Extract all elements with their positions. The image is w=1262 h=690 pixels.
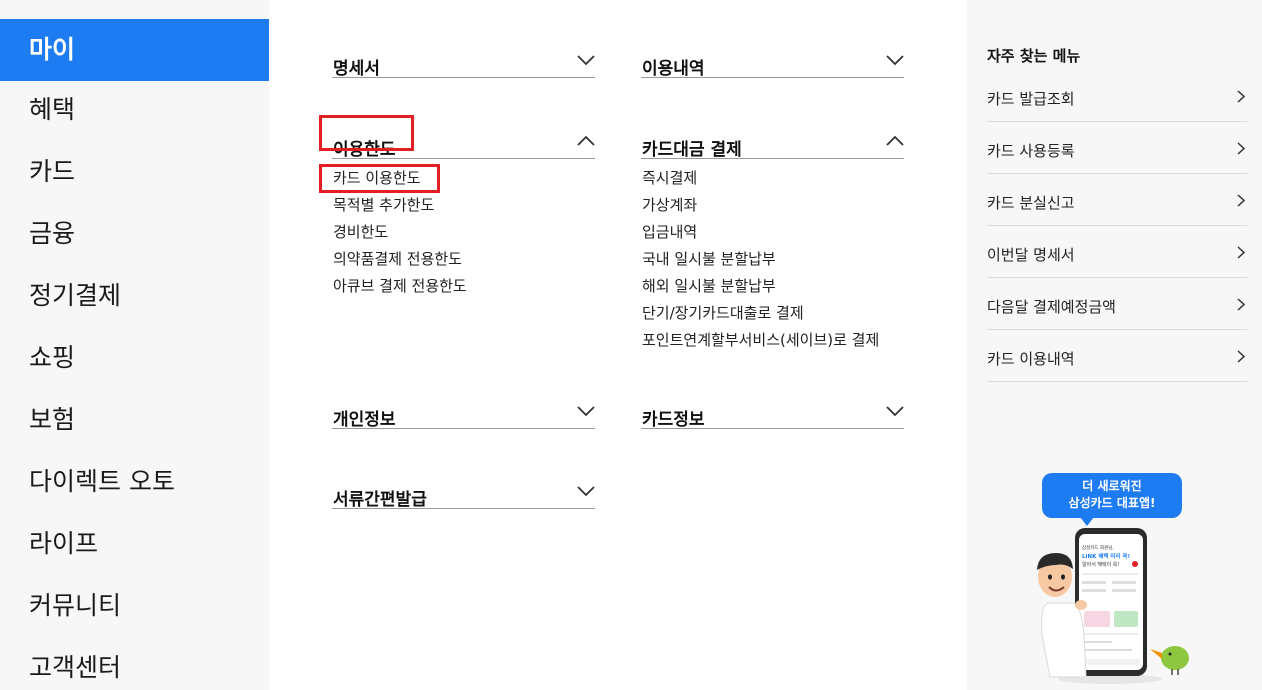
nav-item-recurring-payment[interactable]: 정기결제: [0, 265, 269, 327]
quick-item-label: 이번달 명세서: [987, 246, 1075, 264]
usage-limit-submenu: 카드 이용한도 목적별 추가한도 경비한도 의약품결제 전용한도 아큐브 결제 …: [332, 159, 595, 302]
submenu-purpose-additional-limit[interactable]: 목적별 추가한도: [332, 194, 595, 221]
phone-greeting-text: 삼성카드 회원님,: [1082, 544, 1114, 551]
chevron-right-icon: [1237, 350, 1245, 363]
section-title: 명세서: [333, 59, 380, 79]
chevron-right-icon: [1237, 246, 1245, 259]
chevron-right-icon: [1237, 142, 1245, 155]
character-eye: [1048, 574, 1052, 580]
section-title: 이용내역: [642, 59, 705, 79]
bird-eye: [1168, 652, 1172, 656]
chevron-down-icon: [577, 486, 595, 497]
nav-item-finance[interactable]: 금융: [0, 203, 269, 265]
quick-item-this-month-statement[interactable]: 이번달 명세서: [987, 226, 1247, 278]
submenu-medicine-payment-limit[interactable]: 의약품결제 전용한도: [332, 248, 595, 275]
bird-body: [1161, 646, 1189, 670]
payment-submenu: 즉시결제 가상계좌 입금내역 국내 일시불 분할납부 해외 일시불 분할납부 단…: [641, 159, 904, 356]
submenu-expense-limit[interactable]: 경비한도: [332, 221, 595, 248]
phone-card-pink: [1084, 611, 1110, 627]
phone-headline-2: 알아서 혜택이 쏙!: [1082, 561, 1119, 568]
phone-row: [1082, 581, 1106, 584]
chevron-up-icon: [886, 135, 904, 146]
quick-item-label: 카드 분실신고: [987, 194, 1075, 212]
chevron-up-icon: [577, 135, 595, 146]
app-promo-bubble[interactable]: 더 새로워진 삼성카드 대표앱!: [1042, 473, 1182, 518]
section-usage-limit-header[interactable]: 이용한도: [332, 115, 595, 160]
nav-item-direct-auto[interactable]: 다이렉트 오토: [0, 451, 269, 513]
section-card-info-header[interactable]: 카드정보: [641, 385, 904, 430]
phone-badge-dot: [1132, 561, 1138, 567]
nav-item-insurance[interactable]: 보험: [0, 389, 269, 451]
app-promo-illustration[interactable]: 삼성카드 회원님, LINK 혜택 미리 꼭! 알아서 혜택이 쏙!: [1020, 525, 1200, 685]
section-title: 카드정보: [642, 410, 705, 430]
submenu-card-loan-payment[interactable]: 단기/장기카드대출로 결제: [641, 302, 904, 329]
section-statement-header[interactable]: 명세서: [332, 34, 595, 79]
phone-row: [1112, 589, 1136, 592]
quick-item-label: 다음달 결제예정금액: [987, 298, 1116, 316]
phone-row: [1112, 581, 1136, 584]
section-card-info: 카드정보: [641, 385, 904, 430]
nav-item-benefits[interactable]: 혜택: [0, 79, 269, 141]
chevron-down-icon: [577, 55, 595, 66]
submenu-instant-payment[interactable]: 즉시결제: [641, 167, 904, 194]
nav-item-shopping[interactable]: 쇼핑: [0, 327, 269, 389]
section-title: 이용한도: [333, 140, 396, 160]
nav-item-card[interactable]: 카드: [0, 141, 269, 203]
character-eye: [1061, 574, 1065, 580]
chevron-right-icon: [1237, 298, 1245, 311]
chevron-down-icon: [577, 406, 595, 417]
section-title: 카드대금 결제: [642, 140, 742, 160]
section-title: 개인정보: [333, 410, 396, 430]
character-body: [1041, 602, 1087, 678]
nav-item-community[interactable]: 커뮤니티: [0, 575, 269, 637]
promo-line-1: 더 새로워진: [1082, 479, 1142, 493]
phone-row: [1082, 641, 1112, 643]
quick-item-card-issue-inquiry[interactable]: 카드 발급조회: [987, 70, 1247, 122]
phone-row: [1082, 589, 1106, 592]
phone-row: [1082, 573, 1138, 575]
quick-item-card-loss-report[interactable]: 카드 분실신고: [987, 174, 1247, 226]
quick-menu-title: 자주 찾는 메뉴: [987, 47, 1081, 65]
chevron-down-icon: [886, 406, 904, 417]
section-usage-limit: 이용한도 카드 이용한도 목적별 추가한도 경비한도 의약품결제 전용한도 아큐…: [332, 115, 595, 302]
quick-item-next-month-payment[interactable]: 다음달 결제예정금액: [987, 278, 1247, 330]
section-payment: 카드대금 결제 즉시결제 가상계좌 입금내역 국내 일시불 분할납부 해외 일시…: [641, 115, 904, 356]
phone-row: [1082, 633, 1138, 635]
nav-item-life[interactable]: 라이프: [0, 513, 269, 575]
section-usage-history: 이용내역: [641, 34, 904, 79]
section-payment-header[interactable]: 카드대금 결제: [641, 115, 904, 160]
quick-item-label: 카드 발급조회: [987, 90, 1075, 108]
quick-item-card-usage-history[interactable]: 카드 이용내역: [987, 330, 1247, 382]
section-personal-info: 개인정보: [332, 385, 595, 430]
phone-headline-1: LINK 혜택 미리 꼭!: [1082, 552, 1130, 560]
character-hand: [1075, 600, 1087, 610]
submenu-virtual-account[interactable]: 가상계좌: [641, 194, 904, 221]
phone-row: [1082, 649, 1132, 651]
section-document-issue-header[interactable]: 서류간편발급: [332, 465, 595, 510]
section-personal-info-header[interactable]: 개인정보: [332, 385, 595, 430]
phone-card-green: [1114, 611, 1138, 627]
quick-item-card-registration[interactable]: 카드 사용등록: [987, 122, 1247, 174]
section-document-issue: 서류간편발급: [332, 465, 595, 510]
section-usage-history-header[interactable]: 이용내역: [641, 34, 904, 79]
nav-item-customer-center[interactable]: 고객센터: [0, 637, 269, 690]
submenu-domestic-installment[interactable]: 국내 일시불 분할납부: [641, 248, 904, 275]
section-title: 서류간편발급: [333, 490, 427, 510]
nav-item-my[interactable]: 마이: [0, 19, 269, 81]
chevron-right-icon: [1237, 194, 1245, 207]
chevron-right-icon: [1237, 90, 1245, 103]
promo-line-2: 삼성카드 대표앱!: [1068, 496, 1156, 510]
submenu-point-save-payment[interactable]: 포인트연계할부서비스(세이브)로 결제: [641, 329, 904, 356]
chevron-down-icon: [886, 55, 904, 66]
bird-beak: [1150, 649, 1162, 659]
quick-item-label: 카드 이용내역: [987, 350, 1075, 368]
left-nav: 마이 혜택 카드 금융 정기결제 쇼핑 보험 다이렉트 오토 라이프 커뮤니티 …: [0, 0, 269, 690]
quick-item-label: 카드 사용등록: [987, 142, 1075, 160]
submenu-deposit-history[interactable]: 입금내역: [641, 221, 904, 248]
submenu-overseas-installment[interactable]: 해외 일시불 분할납부: [641, 275, 904, 302]
submenu-acuvue-payment-limit[interactable]: 아큐브 결제 전용한도: [332, 275, 595, 302]
submenu-card-usage-limit[interactable]: 카드 이용한도: [332, 167, 595, 194]
section-statement: 명세서: [332, 34, 595, 79]
phone-nav-bar: [1082, 659, 1140, 665]
